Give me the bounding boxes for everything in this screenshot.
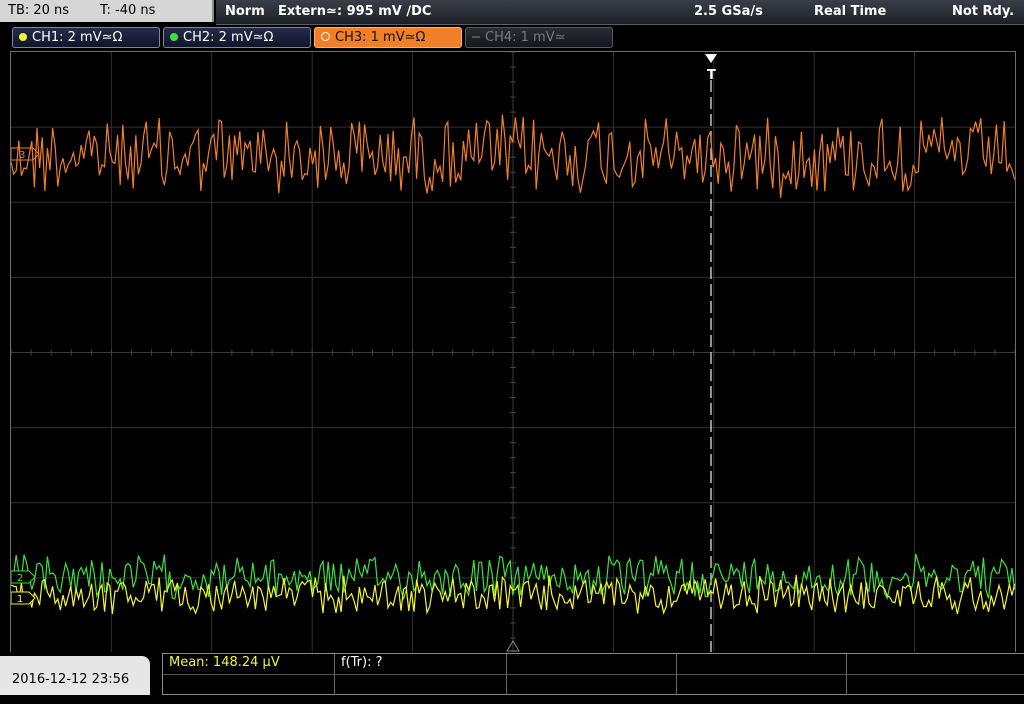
channel-2-label: CH2: 2 mV≃Ω xyxy=(183,30,274,45)
channel-1-label: CH1: 2 mV≃Ω xyxy=(32,30,123,45)
bottom-bar: 2016-12-12 23:56 Mean: 148.24 µV f(Tr): … xyxy=(0,652,1024,695)
acquisition-mode-label[interactable]: Real Time xyxy=(814,0,886,23)
trigger-marker-text: T xyxy=(707,68,716,83)
channel-3-dot-icon xyxy=(321,32,330,41)
channel-1-marker-text: 1 xyxy=(17,594,23,605)
measurement-slot-3[interactable] xyxy=(507,654,677,674)
channel-3-marker-text: 3 xyxy=(19,150,25,161)
measurement-panel: Mean: 148.24 µV f(Tr): ? xyxy=(162,653,1024,695)
channel-2-marker-text: 2 xyxy=(17,573,23,584)
channel-1-dot-icon xyxy=(19,33,27,41)
sample-rate-label[interactable]: 2.5 GSa/s xyxy=(694,0,763,23)
channel-4-label: CH4: 1 mV≃ xyxy=(485,30,566,45)
top-bar: TB: 20 ns T: -40 ns Norm Extern≃: 995 mV… xyxy=(0,0,1024,25)
waveform-plot: 3 2 1 T xyxy=(11,52,1015,653)
timebase-label[interactable]: TB: 20 ns xyxy=(8,0,69,22)
datetime-display: 2016-12-12 23:56 xyxy=(0,656,150,695)
measurement-slot-8[interactable] xyxy=(677,674,847,695)
measurement-slot-5[interactable] xyxy=(163,674,335,695)
channel-4-button[interactable]: CH4: 1 mV≃ xyxy=(465,27,613,48)
channel-2-offset-marker[interactable]: 2 xyxy=(11,570,36,584)
channel-1-button[interactable]: CH1: 2 mV≃Ω xyxy=(12,27,160,48)
trigger-status-label: Not Rdy. xyxy=(952,4,1015,19)
measurement-freq[interactable]: f(Tr): ? xyxy=(335,654,507,674)
waveform-display[interactable]: 3 2 1 T xyxy=(10,51,1016,654)
channel-2-button[interactable]: CH2: 2 mV≃Ω xyxy=(163,27,311,48)
measurement-mean[interactable]: Mean: 148.24 µV xyxy=(163,654,335,674)
channel-bar: CH1: 2 mV≃Ω CH2: 2 mV≃Ω CH3: 1 mV≃Ω CH4:… xyxy=(0,25,1024,51)
trigger-time-label[interactable]: T: -40 ns xyxy=(100,0,155,22)
trigger-mode-label[interactable]: Norm xyxy=(225,0,265,23)
measurement-slot-4[interactable] xyxy=(677,654,847,674)
channel-3-label: CH3: 1 mV≃Ω xyxy=(335,30,426,45)
trigger-source-label[interactable]: Extern≃: 995 mV ∕DC xyxy=(278,0,431,23)
channel-3-offset-marker[interactable]: 3 xyxy=(11,147,40,161)
measurement-slot-6[interactable] xyxy=(335,674,507,695)
channel-2-dot-icon xyxy=(170,33,178,41)
trigger-marker[interactable]: T xyxy=(705,54,717,83)
channel-4-off-icon xyxy=(472,36,480,38)
measurement-slot-7[interactable] xyxy=(507,674,677,695)
status-strip: Norm Extern≃: 995 mV ∕DC 2.5 GSa/s Real … xyxy=(216,0,1024,25)
timebase-box[interactable]: TB: 20 ns T: -40 ns xyxy=(0,0,214,22)
channel-3-button[interactable]: CH3: 1 mV≃Ω xyxy=(314,27,462,48)
